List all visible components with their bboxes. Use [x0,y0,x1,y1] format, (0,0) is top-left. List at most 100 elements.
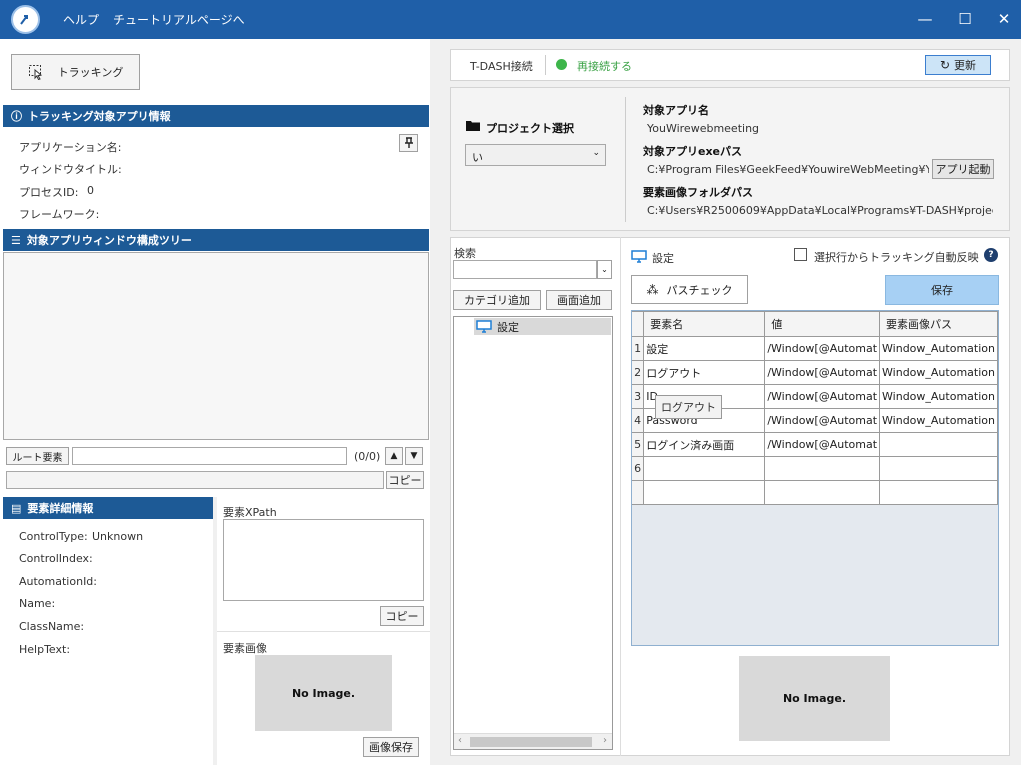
divider [545,55,546,75]
copy-xpath-button[interactable]: コピー [380,606,424,626]
tree-header: ☰ 対象アプリウィンドウ構成ツリー [3,229,429,251]
cell-value[interactable]: /Window[@Automat [764,408,881,433]
search-input[interactable] [453,260,597,279]
save-image-button[interactable]: 画像保存 [363,737,419,757]
window-tree-view[interactable] [3,252,429,440]
info-icon: ⓘ [11,110,22,123]
table-row[interactable]: 1 設定 /Window[@Automat Window_Automation [632,336,998,361]
help-text-label: HelpText: [19,643,71,656]
path-check-button[interactable]: ⁂ パスチェック [631,275,748,304]
xpath-label: 要素XPath [223,506,277,519]
header-value[interactable]: 値 [764,311,881,337]
cell-image[interactable] [879,432,998,457]
vertical-divider [625,97,626,222]
monitor-icon [476,320,492,333]
reconnect-link[interactable]: 再接続する [577,58,632,74]
cursor-select-icon [28,65,42,80]
cell-name[interactable] [643,456,766,481]
cell-image[interactable]: Window_Automation [879,360,998,385]
tree-item-settings[interactable]: 設定 [474,318,611,335]
project-select-value: い [472,151,483,164]
table-row[interactable]: 6 [632,456,998,481]
chevron-right-icon: › [603,735,607,746]
xpath-textarea[interactable] [223,519,424,601]
match-count: (0/0) [354,450,381,463]
launch-app-button[interactable]: アプリ起動 [932,159,994,179]
minimize-button[interactable]: — [914,8,936,30]
class-name-label: ClassName: [19,620,85,633]
cell-value[interactable]: /Window[@Automat [764,360,881,385]
auto-reflect-label: 選択行からトラッキング自動反映 [814,251,979,264]
menu-tutorial[interactable]: チュートリアルページへ [113,11,245,28]
header-element-name[interactable]: 要素名 [643,311,766,337]
horizontal-scrollbar[interactable]: ‹ › [454,733,612,749]
menu-help[interactable]: ヘルプ [63,11,99,28]
cell-value[interactable] [764,456,881,481]
window-title-label: ウィンドウタイトル: [19,163,122,176]
element-path-field[interactable] [6,471,384,489]
cell-name[interactable] [643,480,766,505]
add-screen-button[interactable]: 画面追加 [546,290,612,310]
cell-value[interactable]: /Window[@Automat [764,432,881,457]
screen-title: 設定 [652,252,674,265]
cell-image[interactable] [879,456,998,481]
auto-reflect-checkbox[interactable] [794,248,807,261]
table-row[interactable]: 2 ログアウト /Window[@Automat Window_Automati… [632,360,998,385]
tree-list-icon: ☰ [11,233,21,247]
row-number: 2 [632,360,645,385]
tracking-button-label: トラッキング [57,66,124,79]
screen-divider [620,237,621,756]
name-label: Name: [19,597,56,610]
chevron-up-icon[interactable]: ▲ [385,447,403,465]
pin-icon[interactable] [399,134,418,152]
cell-image[interactable]: Window_Automation [879,408,998,433]
path-check-label: パスチェック [666,283,733,297]
app-name-label: アプリケーション名: [19,141,122,154]
row-number: 3 [632,384,645,409]
table-row[interactable] [632,480,998,505]
add-category-button[interactable]: カテゴリ追加 [453,290,541,310]
cell-image[interactable]: Window_Automation [879,384,998,409]
control-type-label: ControlType: [19,530,88,543]
search-dropdown-icon[interactable]: ⌄ [597,260,612,279]
folder-icon [466,120,480,134]
app-info-header: ⓘ トラッキング対象アプリ情報 [3,105,429,127]
refresh-button-label: 更新 [954,59,977,72]
cell-name[interactable]: ログイン済み画面 [643,432,766,457]
tracking-button[interactable]: トラッキング [11,54,140,90]
app-info-title: トラッキング対象アプリ情報 [28,110,171,123]
project-select-dropdown[interactable]: い ⌄ [465,144,606,166]
maximize-button[interactable]: ☐ [954,8,976,30]
root-element-button[interactable]: ルート要素 [6,447,69,465]
cell-value[interactable]: /Window[@Automat [764,384,881,409]
detail-title: 要素詳細情報 [27,502,94,515]
save-button[interactable]: 保存 [885,275,999,305]
cell-value[interactable]: /Window[@Automat [764,336,881,361]
tree-search-input[interactable] [72,447,347,465]
screen-tree[interactable] [453,316,613,750]
close-button[interactable]: ✕ [993,8,1015,30]
copy-path-button[interactable]: コピー [386,471,424,489]
scrollbar-thumb[interactable] [470,737,592,747]
tooltip: ログアウト [655,395,722,419]
control-type-value: Unknown [92,530,144,543]
chevron-down-icon[interactable]: ▼ [405,447,423,465]
help-icon[interactable]: ? [984,248,998,262]
framework-label: フレームワーク: [19,208,100,221]
element-image-label: 要素画像 [223,642,267,655]
element-grid[interactable]: 要素名 値 要素画像パス 1 設定 /Window[@Automat Windo… [631,310,999,646]
cell-image[interactable]: Window_Automation [879,336,998,361]
element-image-placeholder: No Image. [255,655,392,731]
cell-name[interactable]: ログアウト [643,360,766,385]
cell-value[interactable] [764,480,881,505]
search-label: 検索 [454,247,476,260]
automation-id-label: AutomationId: [19,575,97,588]
header-image-path[interactable]: 要素画像パス [879,311,998,337]
tree-item-label: 設定 [497,320,519,334]
document-icon: ▤ [11,501,22,515]
cell-name[interactable]: 設定 [643,336,766,361]
refresh-button[interactable]: ↻ 更新 [925,55,991,75]
status-dot-icon [556,59,567,70]
cell-image[interactable] [879,480,998,505]
table-row[interactable]: 5 ログイン済み画面 /Window[@Automat [632,432,998,457]
